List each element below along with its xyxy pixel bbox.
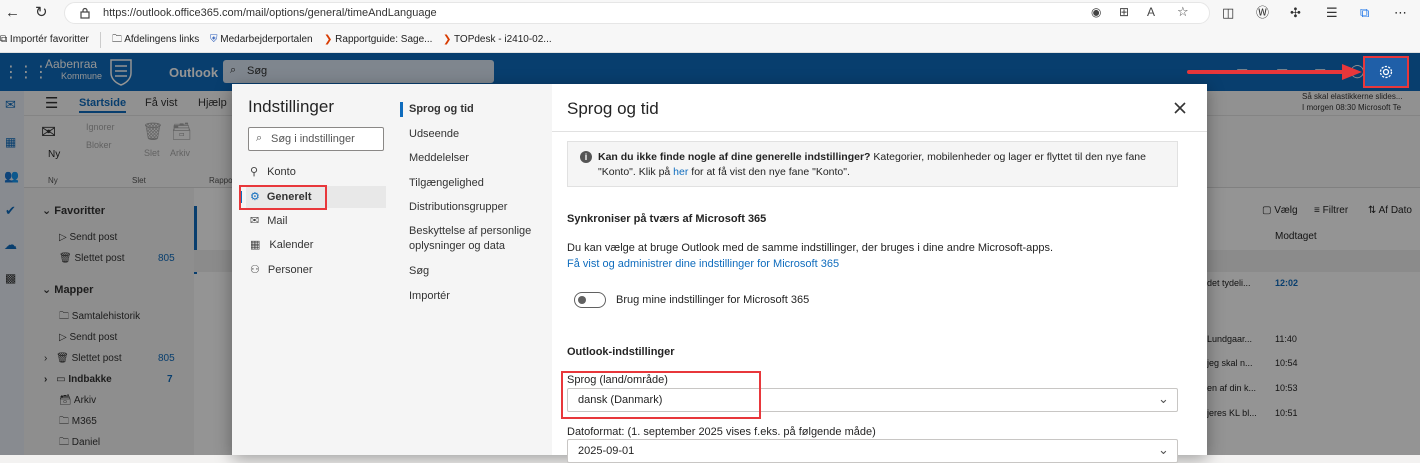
- toggle-knob: [578, 296, 586, 304]
- read-aloud-icon[interactable]: A: [1147, 5, 1155, 19]
- collections-icon[interactable]: ⧉: [1360, 4, 1369, 22]
- bookmark-import[interactable]: ⧉ Importér favoritter: [0, 32, 89, 48]
- bookmark-label: Medarbejderportalen: [220, 34, 313, 45]
- nav-personer[interactable]: ⚇ Personer: [246, 259, 386, 281]
- nav-mail[interactable]: ✉ Mail: [246, 210, 386, 232]
- bookmark-label: Rapportguide: Sage...: [335, 34, 433, 45]
- subnav-beskyttelse[interactable]: Beskyttelse af personlige oplysninger og…: [409, 224, 544, 254]
- dateformat-value: 2025-09-01: [578, 445, 635, 457]
- url-text: https://outlook.office365.com/mail/optio…: [103, 7, 437, 19]
- settings-dialog: Indstillinger ⌕ Søg i indstillinger ⚲ Kon…: [232, 84, 1207, 463]
- calendar-icon: ▦: [250, 239, 261, 251]
- split-screen-icon[interactable]: ◫: [1222, 4, 1234, 22]
- more-icon[interactable]: ⋯: [1394, 4, 1407, 22]
- close-icon[interactable]: [1173, 101, 1187, 115]
- bookmark-rapportguide[interactable]: ❯ Rapportguide: Sage...: [324, 32, 432, 48]
- apps-icon[interactable]: ⊞: [1119, 5, 1129, 19]
- chevron-down-icon: ⌄: [1158, 442, 1169, 457]
- settings-search-placeholder: Søg i indstillinger: [271, 133, 355, 145]
- bookmark-label: TOPdesk - i2410-02...: [453, 34, 552, 45]
- settings-content: Sprog og tid i Kan du ikke finde nogle a…: [552, 84, 1207, 463]
- subnav-importer[interactable]: Importér: [409, 289, 450, 304]
- chevron-down-icon: ⌄: [1158, 391, 1169, 406]
- divider: [552, 131, 1207, 132]
- info-text: Kan du ikke finde nogle af dine generell…: [598, 150, 1170, 180]
- dateformat-select[interactable]: 2025-09-01 ⌄: [567, 439, 1178, 463]
- eye-icon[interactable]: ◉: [1091, 5, 1101, 19]
- generelt-highlight-box: [239, 185, 327, 210]
- nav-label: Kalender: [269, 239, 314, 251]
- person-icon: ⚲: [250, 166, 259, 178]
- outlook-settings-header: Outlook-indstillinger: [567, 346, 675, 358]
- info-tail: for at få vist den nye fane "Konto".: [688, 166, 850, 178]
- shield-icon: ⛨: [210, 34, 221, 45]
- info-banner: i Kan du ikke finde nogle af dine genere…: [567, 141, 1178, 187]
- gear-icon[interactable]: [1378, 64, 1394, 80]
- toggle-label: Brug mine indstillinger for Microsoft 36…: [616, 294, 810, 306]
- subnav-sog[interactable]: Søg: [409, 264, 429, 279]
- language-highlight-box: [561, 371, 761, 419]
- subnav-meddelelser[interactable]: Meddelelser: [409, 151, 469, 166]
- bookmark-medarbejderportalen[interactable]: ⛨ Medarbejderportalen: [210, 32, 313, 48]
- settings-highlight-box: [1363, 56, 1409, 88]
- settings-nav: Indstillinger ⌕ Søg i indstillinger ⚲ Kon…: [232, 84, 552, 455]
- annotation-arrow: [1187, 64, 1362, 80]
- m365-toggle[interactable]: [574, 292, 606, 308]
- people-icon: ⚇: [250, 264, 260, 276]
- lock-icon: [80, 7, 90, 19]
- bookmark-label: Afdelingens links: [124, 34, 200, 45]
- nav-konto[interactable]: ⚲ Konto: [246, 161, 386, 183]
- bookmark-label: Importér favoritter: [9, 34, 89, 45]
- subnav-distributionsgrupper[interactable]: Distributionsgrupper: [409, 200, 507, 215]
- page-title: Sprog og tid: [567, 99, 659, 118]
- nav-label: Mail: [267, 215, 288, 227]
- sync-link[interactable]: Få vist og administrer dine indstillinge…: [567, 258, 839, 270]
- address-bar[interactable]: https://outlook.office365.com/mail/optio…: [64, 2, 1210, 24]
- info-link[interactable]: her: [673, 166, 688, 178]
- sync-description: Du kan vælge at bruge Outlook med de sam…: [567, 242, 1054, 254]
- sync-header: Synkroniser på tværs af Microsoft 365: [567, 213, 767, 225]
- dateformat-label: Datoformat: (1. september 2025 vises f.e…: [567, 426, 876, 438]
- nav-label: Personer: [267, 264, 313, 276]
- favorites-list-icon[interactable]: ☰: [1326, 4, 1338, 22]
- subnav-udseende[interactable]: Udseende: [409, 127, 459, 142]
- refresh-icon[interactable]: ↻: [35, 4, 48, 22]
- bookmark-divider: [100, 32, 101, 48]
- back-icon[interactable]: ←: [5, 4, 20, 22]
- settings-search-input[interactable]: ⌕ Søg i indstillinger: [248, 127, 384, 151]
- bookmarks-bar: ⧉ Importér favoritter 🗀 Afdelingens link…: [0, 27, 1420, 53]
- browser-toolbar: ← ↻ https://outlook.office365.com/mail/o…: [0, 0, 1420, 27]
- subnav-tilgaengelighed[interactable]: Tilgængelighed: [409, 176, 484, 191]
- topdesk-icon: ❯: [443, 34, 454, 45]
- sage-icon: ❯: [324, 34, 336, 45]
- bookmark-topdesk[interactable]: ❯ TOPdesk - i2410-02...: [443, 32, 552, 48]
- profile-w-icon[interactable]: Ⓦ: [1256, 4, 1269, 22]
- info-bold: Kan du ikke finde nogle af dine generell…: [598, 151, 871, 163]
- info-icon: i: [580, 151, 592, 163]
- nav-label: Konto: [267, 166, 296, 178]
- extensions-icon[interactable]: ✣: [1290, 4, 1301, 22]
- nav-kalender[interactable]: ▦ Kalender: [246, 234, 386, 256]
- mail-icon: ✉: [250, 215, 260, 227]
- settings-title: Indstillinger: [248, 97, 334, 116]
- subnav-sprog-og-tid[interactable]: Sprog og tid: [409, 102, 474, 117]
- subnav-active-indicator: [400, 102, 403, 117]
- favorite-star-icon[interactable]: ☆: [1177, 4, 1189, 20]
- folder-icon: 🗀: [112, 34, 125, 45]
- import-icon: ⧉: [0, 34, 10, 45]
- bookmark-afdelingens-links[interactable]: 🗀 Afdelingens links: [112, 32, 199, 48]
- search-icon: ⌕: [256, 132, 263, 144]
